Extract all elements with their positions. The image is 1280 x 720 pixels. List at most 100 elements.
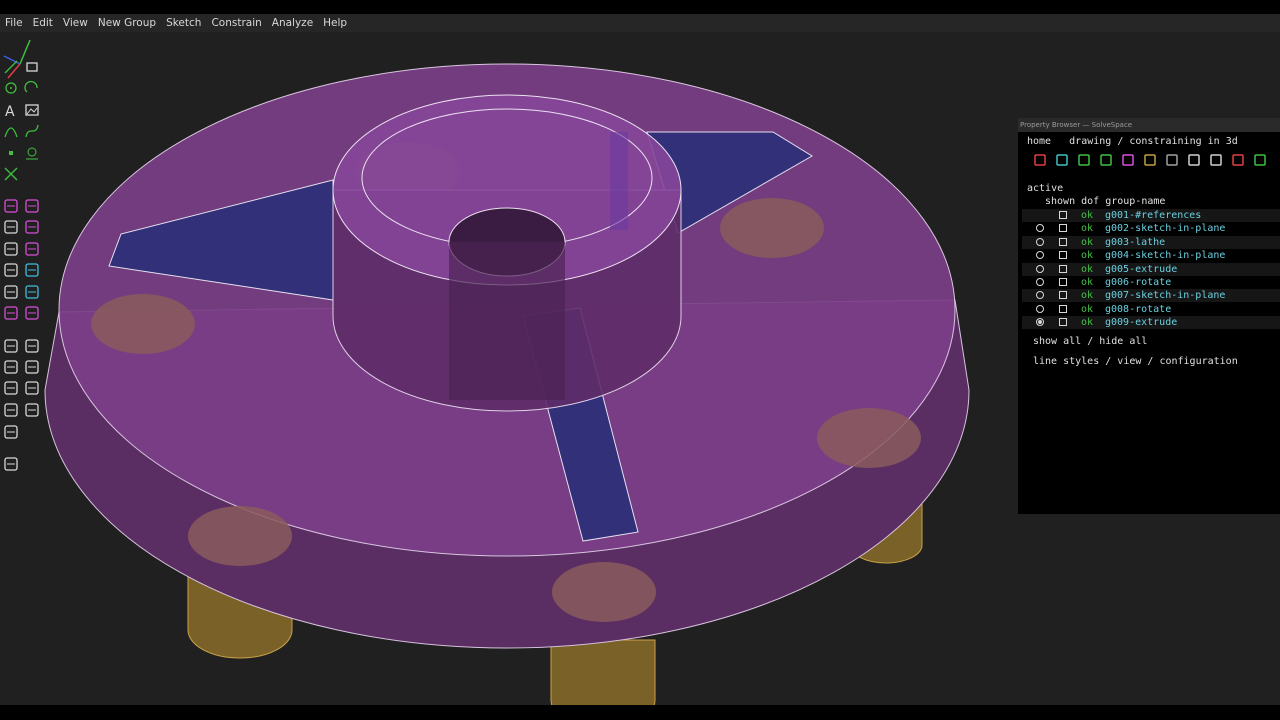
- shown-checkbox[interactable]: [1059, 211, 1067, 219]
- active-label: active: [1027, 183, 1064, 194]
- group-row[interactable]: ok g009-extrude: [1022, 316, 1280, 330]
- menu-edit[interactable]: Edit: [28, 14, 58, 32]
- horizontal-constraint-icon[interactable]: [3, 219, 19, 235]
- group-name-link[interactable]: g007-sketch-in-plane: [1105, 289, 1225, 302]
- other-supplementary-icon[interactable]: [3, 305, 19, 321]
- line-icon[interactable]: [3, 59, 19, 75]
- bezier-icon[interactable]: [3, 123, 19, 139]
- menu-constrain[interactable]: Constrain: [206, 14, 266, 32]
- menu-file[interactable]: File: [0, 14, 28, 32]
- active-group-radio[interactable]: [1036, 278, 1044, 286]
- split-curves-icon[interactable]: [3, 166, 19, 182]
- group-name-link[interactable]: g005-extrude: [1105, 263, 1177, 276]
- menu-new-group[interactable]: New Group: [93, 14, 161, 32]
- shown-checkbox[interactable]: [1059, 224, 1067, 233]
- show-workplanes-icon[interactable]: [1032, 152, 1048, 168]
- point-icon[interactable]: [3, 145, 19, 161]
- extrude-icon[interactable]: [3, 338, 19, 354]
- menu-analyze[interactable]: Analyze: [267, 14, 318, 32]
- show-normals-icon[interactable]: [1054, 152, 1070, 168]
- group-row[interactable]: ok g007-sketch-in-plane: [1022, 289, 1280, 303]
- shown-checkbox[interactable]: [1059, 237, 1067, 246]
- show-outlines-icon[interactable]: [1208, 152, 1224, 168]
- show-mesh-icon[interactable]: [1186, 152, 1202, 168]
- circle-icon[interactable]: [3, 80, 19, 96]
- shown-checkbox[interactable]: [1059, 264, 1067, 273]
- helix-icon[interactable]: [3, 380, 19, 396]
- shown-checkbox[interactable]: [1059, 318, 1067, 327]
- group-row[interactable]: ok g006-rotate: [1022, 276, 1280, 289]
- home-link[interactable]: home: [1027, 136, 1051, 147]
- group-row[interactable]: ok g003-lathe: [1022, 235, 1280, 249]
- configuration-link[interactable]: configuration: [1159, 356, 1237, 367]
- rotate-icon[interactable]: [3, 359, 19, 375]
- show-hidden-lines-icon[interactable]: [1230, 152, 1246, 168]
- active-group-radio[interactable]: [1036, 224, 1044, 233]
- group-status: ok: [1081, 303, 1094, 315]
- active-group-radio[interactable]: [1036, 264, 1044, 273]
- lathe-icon[interactable]: [24, 338, 40, 354]
- shown-checkbox[interactable]: [1059, 291, 1067, 300]
- group-row[interactable]: ok g004-sketch-in-plane: [1022, 249, 1280, 262]
- group-name-link[interactable]: g001-#references: [1105, 209, 1201, 222]
- same-orientation-icon[interactable]: [24, 284, 40, 300]
- show-construction-icon[interactable]: [1098, 152, 1114, 168]
- shown-checkbox[interactable]: [1059, 251, 1067, 260]
- workplane-icon[interactable]: [24, 145, 40, 161]
- equal-constraint-icon[interactable]: [24, 262, 40, 278]
- distance-constraint-icon[interactable]: [3, 198, 19, 214]
- show-shaded-icon[interactable]: [1164, 152, 1180, 168]
- group-name-link[interactable]: g006-rotate: [1105, 276, 1171, 289]
- menu-sketch[interactable]: Sketch: [161, 14, 206, 32]
- sketch-in-plane-icon[interactable]: [24, 402, 40, 418]
- spline-icon[interactable]: [24, 123, 40, 139]
- text-icon[interactable]: A: [3, 102, 19, 120]
- vertical-constraint-icon[interactable]: [24, 219, 40, 235]
- group-name-link[interactable]: g002-sketch-in-plane: [1105, 222, 1225, 235]
- line-styles-link[interactable]: line styles: [1033, 356, 1099, 367]
- parallel-constraint-icon[interactable]: [3, 241, 19, 257]
- image-icon[interactable]: [24, 102, 40, 118]
- shown-checkbox[interactable]: [1059, 304, 1067, 313]
- revolve-icon[interactable]: [24, 380, 40, 396]
- rectangle-icon[interactable]: [24, 59, 40, 75]
- active-group-radio[interactable]: [1036, 251, 1044, 260]
- group-row[interactable]: ok g002-sketch-in-plane: [1022, 222, 1280, 235]
- active-group-radio[interactable]: [1036, 304, 1044, 313]
- property-browser: Property Browser — SolveSpace home drawi…: [1018, 118, 1280, 514]
- shown-checkbox[interactable]: [1059, 278, 1067, 286]
- show-constraints-icon[interactable]: [1120, 152, 1136, 168]
- active-group-radio[interactable]: [1036, 318, 1044, 327]
- view-link[interactable]: view: [1117, 356, 1141, 367]
- tangent-constraint-icon[interactable]: [3, 262, 19, 278]
- group-status: ok: [1081, 277, 1094, 288]
- symmetric-constraint-icon[interactable]: [3, 284, 19, 300]
- active-group-radio[interactable]: [1036, 237, 1044, 246]
- perpendicular-constraint-icon[interactable]: [24, 241, 40, 257]
- group-status: ok: [1081, 290, 1094, 302]
- sketch-in-3d-icon[interactable]: [3, 402, 19, 418]
- show-points-icon[interactable]: [1076, 152, 1092, 168]
- translate-icon[interactable]: [24, 359, 40, 375]
- menu-help[interactable]: Help: [318, 14, 352, 32]
- nearest-ortho-icon[interactable]: [3, 456, 19, 472]
- group-name-link[interactable]: g003-lathe: [1105, 236, 1165, 249]
- hide-all-link[interactable]: hide all: [1099, 336, 1147, 347]
- group-row[interactable]: ok g001-#references: [1022, 209, 1280, 222]
- group-row[interactable]: ok g008-rotate: [1022, 303, 1280, 316]
- arc-icon[interactable]: [24, 80, 40, 96]
- group-name-link[interactable]: g009-extrude: [1105, 316, 1177, 329]
- reference-icon[interactable]: [24, 305, 40, 321]
- show-all-link[interactable]: show all: [1033, 336, 1081, 347]
- show-faces-icon[interactable]: [1142, 152, 1158, 168]
- group-name-link[interactable]: g004-sketch-in-plane: [1105, 249, 1225, 262]
- show-edges-icon[interactable]: [1252, 152, 1268, 168]
- group-row[interactable]: ok g005-extrude: [1022, 262, 1280, 276]
- nearest-iso-icon[interactable]: [3, 424, 19, 440]
- nav-trail: drawing / constraining in 3d: [1069, 136, 1238, 147]
- group-name-link[interactable]: g008-rotate: [1105, 303, 1171, 316]
- menu-view[interactable]: View: [58, 14, 93, 32]
- angle-constraint-icon[interactable]: [24, 198, 40, 214]
- active-group-radio[interactable]: [1036, 291, 1044, 300]
- svg-text:A: A: [5, 104, 15, 118]
